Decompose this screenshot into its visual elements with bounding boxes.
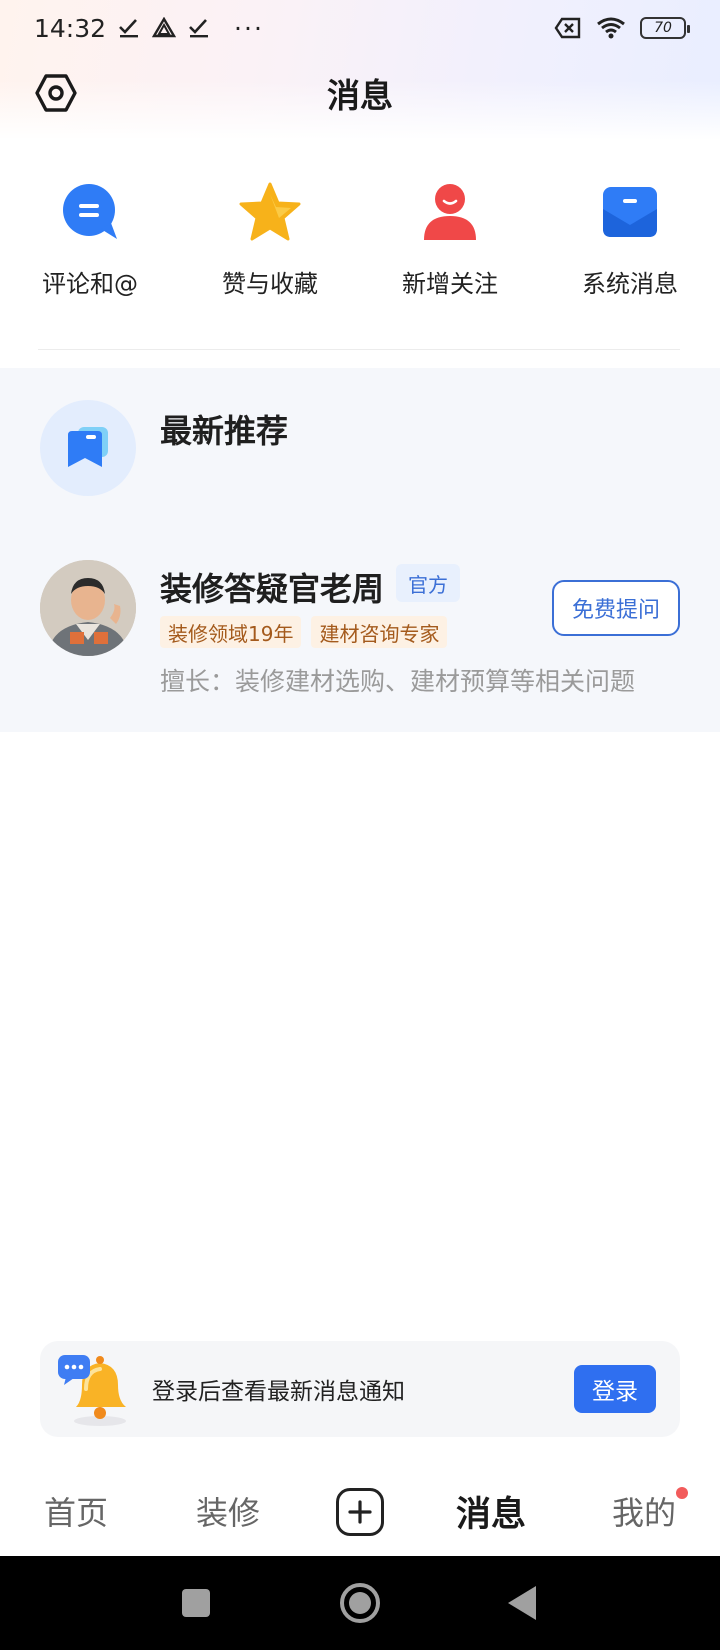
star-icon bbox=[238, 180, 302, 244]
quick-item-follows[interactable]: 新增关注 bbox=[360, 180, 540, 310]
login-prompt-text: 登录后查看最新消息通知 bbox=[152, 1379, 405, 1405]
tab-renovation[interactable]: 装修 bbox=[196, 1488, 260, 1534]
wifi-icon bbox=[596, 17, 626, 39]
tab-home[interactable]: 首页 bbox=[44, 1488, 108, 1534]
plus-square-icon[interactable] bbox=[336, 1488, 384, 1536]
quick-label-system: 系统消息 bbox=[582, 270, 678, 298]
official-badge: 官方 bbox=[396, 564, 460, 602]
bell-icon bbox=[56, 1349, 138, 1429]
drive-icon bbox=[152, 17, 177, 39]
expert-description: 擅长：装修建材选购、建材预算等相关问题 bbox=[160, 667, 636, 696]
quick-item-likes[interactable]: 赞与收藏 bbox=[180, 180, 360, 310]
quick-label-likes: 赞与收藏 bbox=[222, 270, 318, 298]
status-more: ··· bbox=[234, 13, 264, 43]
check-icon bbox=[118, 18, 140, 38]
person-icon bbox=[418, 180, 482, 244]
battery-level: 70 bbox=[654, 20, 672, 36]
recents-icon[interactable] bbox=[182, 1589, 210, 1617]
page-title: 消息 bbox=[327, 76, 393, 115]
header: 消息 bbox=[0, 62, 720, 124]
comment-bubble-icon bbox=[58, 180, 122, 244]
login-button[interactable]: 登录 bbox=[574, 1365, 656, 1413]
expert-tag: 装修领域19年 bbox=[160, 616, 302, 648]
home-circle-icon[interactable] bbox=[340, 1583, 380, 1623]
bottom-tabbar: 首页 装修 消息 我的 bbox=[0, 1466, 720, 1556]
login-banner: 登录后查看最新消息通知 登录 bbox=[40, 1341, 680, 1437]
expert-tag: 建材咨询专家 bbox=[311, 616, 448, 648]
expert-name: 装修答疑官老周 bbox=[160, 570, 385, 608]
quick-item-comments[interactable]: 评论和@ bbox=[0, 180, 180, 310]
system-nav-bar bbox=[0, 1556, 720, 1650]
status-time: 14:32 bbox=[34, 13, 107, 43]
avatar[interactable] bbox=[40, 560, 136, 656]
recommend-title: 最新推荐 bbox=[160, 412, 289, 450]
expert-tags: 装修领域19年 建材咨询专家 bbox=[160, 616, 448, 648]
quick-label-comments: 评论和@ bbox=[42, 270, 138, 298]
quick-actions: 评论和@ 赞与收藏 新增关注 系统消息 bbox=[0, 180, 720, 310]
expert-card[interactable]: 装修答疑官老周 官方 装修领域19年 建材咨询专家 擅长：装修建材选购、建材预算… bbox=[40, 560, 680, 700]
quick-label-follows: 新增关注 bbox=[402, 270, 498, 298]
tab-messages[interactable]: 消息 bbox=[456, 1486, 526, 1537]
recommend-flag-icon bbox=[40, 400, 136, 496]
notification-dot bbox=[676, 1487, 688, 1499]
status-right: 70 bbox=[554, 17, 690, 39]
status-left: 14:32 ··· bbox=[34, 14, 264, 43]
tab-mine[interactable]: 我的 bbox=[612, 1488, 676, 1534]
quick-item-system[interactable]: 系统消息 bbox=[540, 180, 720, 310]
settings-hexagon-icon[interactable] bbox=[34, 71, 78, 115]
battery-icon: 70 bbox=[640, 17, 690, 39]
divider bbox=[38, 349, 680, 350]
recommend-header: 最新推荐 bbox=[40, 400, 288, 496]
status-bar: 14:32 ··· 70 bbox=[0, 0, 720, 56]
check-icon bbox=[188, 18, 210, 38]
back-triangle-icon[interactable] bbox=[508, 1586, 536, 1620]
sim-off-icon bbox=[554, 17, 582, 39]
free-ask-button[interactable]: 免费提问 bbox=[552, 580, 680, 636]
envelope-icon bbox=[598, 180, 662, 244]
recommend-panel: 最新推荐 装修答疑官老周 官方 装修领域19年 建材咨询专家 擅长：装修建材选购… bbox=[0, 368, 720, 732]
